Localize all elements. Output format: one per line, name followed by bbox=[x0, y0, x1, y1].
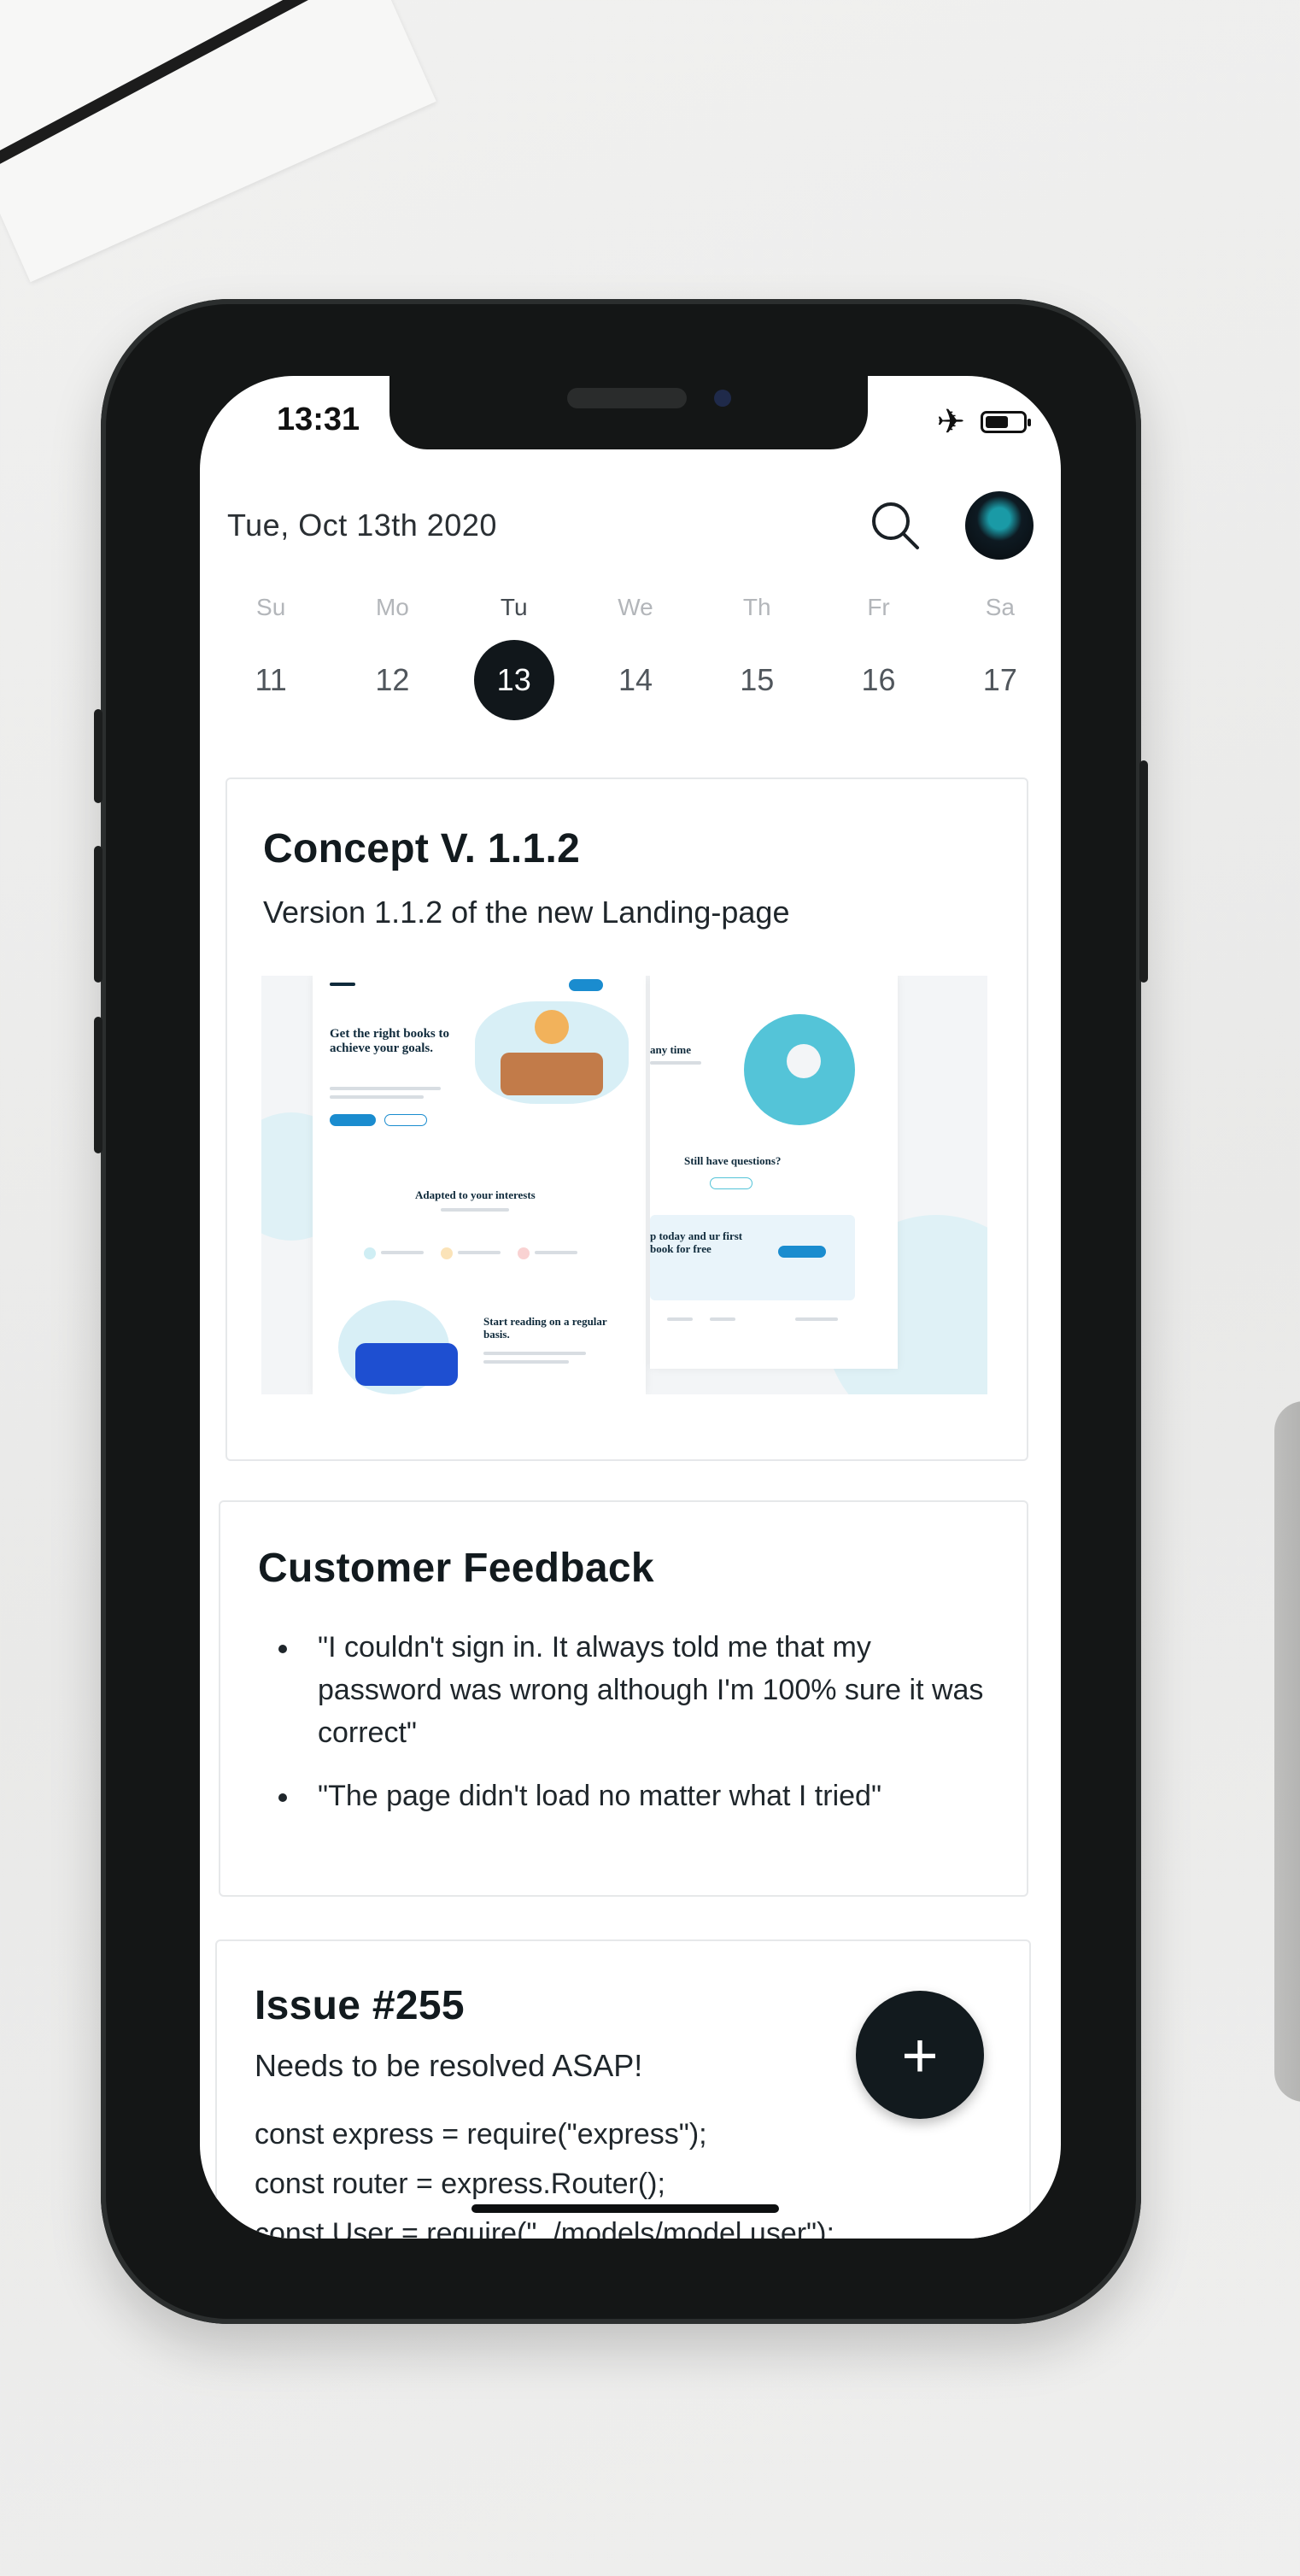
preview-questions: Still have questions? bbox=[684, 1154, 782, 1167]
notch bbox=[389, 376, 868, 449]
battery-icon bbox=[981, 411, 1031, 433]
preview-reading: Start reading on a regular basis. bbox=[483, 1315, 607, 1341]
screen: 13:31 ✈ Tue, Oct 13th 2020 Su 11 Mo 12 Tu 13 W… bbox=[200, 376, 1061, 2239]
airplane-icon: ✈ bbox=[936, 403, 965, 441]
day-name: Fr bbox=[867, 594, 890, 620]
list-item: "The page didn't load no matter what I t… bbox=[278, 1775, 989, 1817]
day-name: Su bbox=[256, 594, 286, 620]
day-fr[interactable]: Fr 16 bbox=[817, 594, 939, 720]
card-subtitle: Version 1.1.2 of the new Landing-page bbox=[263, 895, 790, 930]
code-block: const express = require("express"); cons… bbox=[255, 2110, 992, 2239]
day-number: 15 bbox=[740, 662, 775, 697]
code-line: const router = express.Router(); bbox=[255, 2168, 665, 2200]
day-th[interactable]: Th 15 bbox=[696, 594, 817, 720]
preview-signup: p today and ur first book for free bbox=[650, 1229, 743, 1255]
day-we[interactable]: We 14 bbox=[575, 594, 696, 720]
status-time: 13:31 bbox=[277, 402, 360, 437]
day-number: 14 bbox=[618, 662, 653, 697]
day-name: Th bbox=[742, 594, 771, 620]
day-number: 13 bbox=[473, 640, 554, 720]
avatar[interactable] bbox=[965, 491, 1034, 560]
day-name: Mo bbox=[375, 594, 409, 620]
card-concept[interactable]: Concept V. 1.1.2 Version 1.1.2 of the ne… bbox=[225, 777, 1028, 1461]
phone: 13:31 ✈ Tue, Oct 13th 2020 Su 11 Mo 12 Tu 13 W… bbox=[94, 299, 1148, 2324]
list-item: "I couldn't sign in. It always told me t… bbox=[278, 1626, 989, 1754]
status-icons: ✈ bbox=[936, 403, 1031, 441]
card-title: Concept V. 1.1.2 bbox=[263, 826, 581, 871]
code-line: const express = require("express"); bbox=[255, 2118, 707, 2151]
header-actions bbox=[868, 491, 1034, 560]
preview-anytime: any time bbox=[650, 1043, 692, 1056]
search-icon[interactable] bbox=[868, 498, 922, 553]
day-tu[interactable]: Tu 13 bbox=[454, 594, 575, 720]
background-object bbox=[1274, 1401, 1300, 2102]
card-feedback[interactable]: Customer Feedback "I couldn't sign in. I… bbox=[219, 1500, 1028, 1897]
preview-headline: Get the right books to achieve your goal… bbox=[330, 1027, 449, 1056]
add-button[interactable]: + bbox=[856, 1991, 984, 2119]
preview-page-left: Get the right books to achieve your goal… bbox=[313, 976, 646, 1394]
plus-icon: + bbox=[901, 2019, 939, 2091]
date-label: Tue, Oct 13th 2020 bbox=[227, 508, 497, 543]
landing-page-preview[interactable]: Get the right books to achieve your goal… bbox=[261, 976, 987, 1394]
day-sa[interactable]: Sa 17 bbox=[940, 594, 1061, 720]
day-number: 16 bbox=[861, 662, 896, 697]
day-number: 11 bbox=[255, 662, 287, 697]
preview-page-right: any time Still have questions? p today a… bbox=[650, 976, 898, 1369]
home-indicator[interactable] bbox=[471, 2204, 779, 2213]
day-mo[interactable]: Mo 12 bbox=[331, 594, 453, 720]
day-name: Tu bbox=[500, 594, 528, 620]
day-number: 17 bbox=[982, 662, 1017, 697]
feedback-list: "I couldn't sign in. It always told me t… bbox=[258, 1626, 989, 1817]
code-line: const User = require("../models/model.us… bbox=[255, 2217, 834, 2239]
card-title: Customer Feedback bbox=[258, 1546, 654, 1591]
day-name: We bbox=[618, 594, 653, 620]
day-number: 12 bbox=[375, 662, 410, 697]
header: Tue, Oct 13th 2020 bbox=[227, 487, 1034, 564]
week-strip: Su 11 Mo 12 Tu 13 We 14 Th 15 Fr 16 Sa 17 bbox=[210, 594, 1061, 720]
preview-adapted: Adapted to your interests bbox=[415, 1188, 536, 1201]
day-su[interactable]: Su 11 bbox=[210, 594, 331, 720]
day-name: Sa bbox=[985, 594, 1015, 620]
